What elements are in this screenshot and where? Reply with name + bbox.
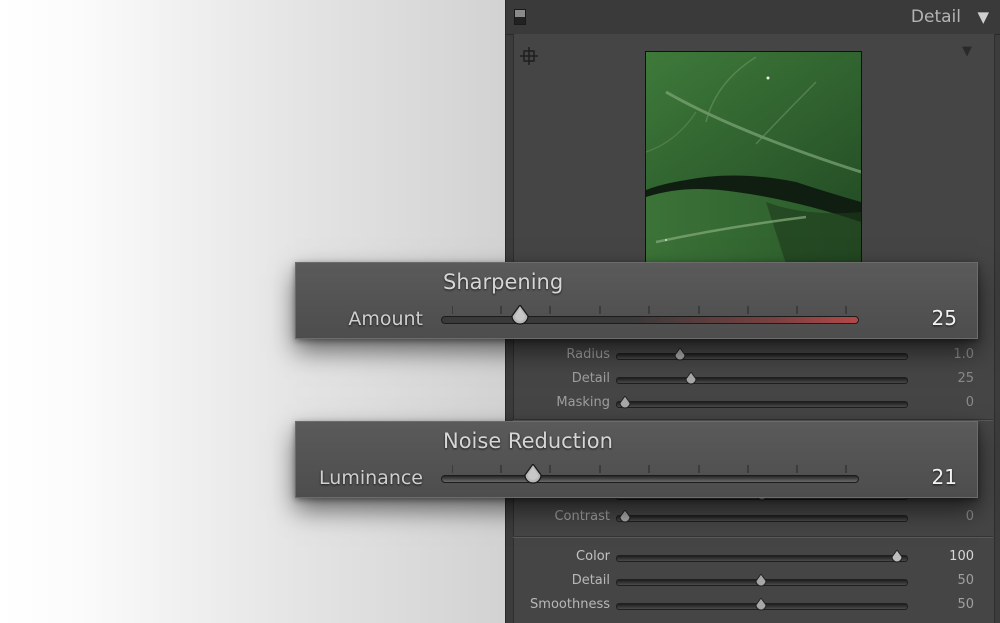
- luminance-tick-marks: [452, 465, 847, 473]
- radius-slider-row: Radius 1.0: [505, 344, 1000, 366]
- sharpening-detail-value[interactable]: 25: [957, 371, 974, 386]
- color-slider-row: Color 100: [505, 546, 1000, 568]
- color-value[interactable]: 100: [949, 549, 974, 564]
- contrast-slider-thumb[interactable]: [618, 510, 632, 524]
- color-detail-slider-row: Detail 50: [505, 570, 1000, 592]
- sharpening-detail-slider-row: Detail 25: [505, 368, 1000, 390]
- color-detail-label: Detail: [571, 573, 610, 588]
- contrast-value[interactable]: 0: [966, 509, 974, 524]
- detail-preview-image[interactable]: [645, 51, 862, 265]
- crosshair-target-icon[interactable]: [520, 47, 538, 65]
- noise-reduction-callout: Noise Reduction Luminance 21: [295, 421, 978, 498]
- contrast-slider-track[interactable]: [616, 515, 908, 522]
- sharpening-detail-slider-thumb[interactable]: [684, 372, 698, 386]
- luminance-label: Luminance: [319, 467, 423, 489]
- panel-title: Detail: [910, 7, 961, 27]
- luminance-value[interactable]: 21: [932, 465, 957, 489]
- amount-slider-thumb[interactable]: [509, 305, 531, 327]
- masking-slider-track[interactable]: [616, 401, 908, 408]
- masking-value[interactable]: 0: [966, 395, 974, 410]
- radius-slider-thumb[interactable]: [673, 348, 687, 362]
- smoothness-slider-thumb[interactable]: [754, 598, 768, 612]
- radius-slider-track[interactable]: [616, 353, 908, 360]
- masking-slider-row: Masking 0: [505, 392, 1000, 414]
- amount-value[interactable]: 25: [932, 306, 957, 330]
- amount-label: Amount: [348, 308, 423, 330]
- amount-slider-track[interactable]: [441, 316, 859, 324]
- panel-switch-icon[interactable]: [514, 9, 526, 25]
- masking-slider-thumb[interactable]: [618, 396, 632, 410]
- sharpening-heading: Sharpening: [443, 270, 564, 294]
- color-slider-thumb[interactable]: [890, 550, 904, 564]
- noise-reduction-heading: Noise Reduction: [443, 429, 613, 453]
- luminance-slider-thumb[interactable]: [522, 464, 544, 486]
- color-detail-slider-thumb[interactable]: [754, 574, 768, 588]
- contrast-slider-row: Contrast 0: [505, 506, 1000, 528]
- smoothness-slider-row: Smoothness 50: [505, 594, 1000, 616]
- masking-label: Masking: [556, 395, 610, 410]
- smoothness-label: Smoothness: [530, 597, 610, 612]
- sharpening-detail-label: Detail: [571, 371, 610, 386]
- sharpening-callout: Sharpening Amount 25: [295, 262, 978, 339]
- radius-label: Radius: [566, 347, 610, 362]
- smoothness-value[interactable]: 50: [957, 597, 974, 612]
- color-detail-value[interactable]: 50: [957, 573, 974, 588]
- sharpening-detail-slider-track[interactable]: [616, 377, 908, 384]
- triangle-down-icon[interactable]: ▼: [977, 8, 989, 26]
- color-label: Color: [576, 549, 610, 564]
- panel-header[interactable]: Detail ▼: [506, 0, 1000, 35]
- preview-menu-icon[interactable]: ▼: [962, 44, 972, 59]
- radius-value[interactable]: 1.0: [953, 347, 974, 362]
- luminance-slider-track[interactable]: [441, 475, 859, 483]
- color-slider-track[interactable]: [616, 555, 908, 562]
- contrast-label: Contrast: [554, 509, 610, 524]
- section-divider: [513, 536, 993, 538]
